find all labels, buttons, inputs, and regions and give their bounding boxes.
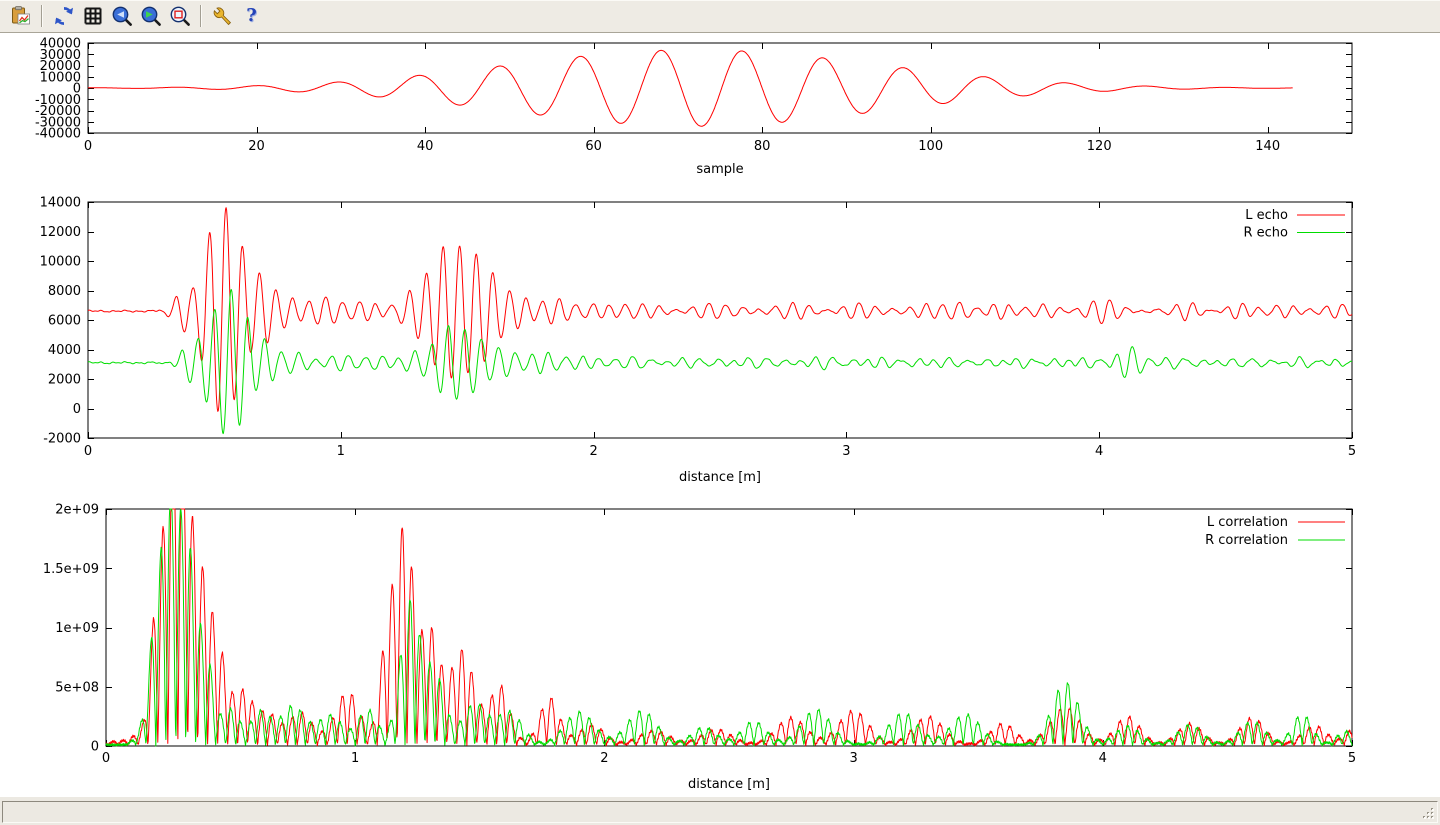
gnuplot-window: ? 02040608010012014040000300002000010000… — [0, 0, 1440, 825]
svg-text:5e+08: 5e+08 — [55, 680, 99, 695]
svg-text:2e+09: 2e+09 — [55, 503, 99, 518]
svg-text:6000: 6000 — [48, 314, 81, 329]
status-bar — [0, 797, 1440, 825]
svg-text:0: 0 — [91, 740, 99, 755]
svg-text:3: 3 — [849, 751, 857, 766]
svg-text:R correlation: R correlation — [1205, 533, 1288, 548]
svg-text:0: 0 — [102, 751, 110, 766]
question-mark-icon: ? — [246, 5, 257, 27]
svg-text:1: 1 — [351, 751, 359, 766]
svg-text:8000: 8000 — [48, 284, 81, 299]
svg-text:60: 60 — [585, 139, 602, 154]
svg-text:1e+09: 1e+09 — [55, 621, 99, 636]
chart-middle-echo: 01234514000120001000080006000400020000-2… — [0, 193, 1440, 493]
svg-text:L correlation: L correlation — [1207, 515, 1288, 530]
svg-text:distance [m]: distance [m] — [679, 470, 761, 485]
chart-bottom-correlation: 0 1 2 3 4 5 2e+09 1.5e+09 1e+09 5e+08 0 distance [m… — [0, 493, 1440, 792]
svg-text:distance [m]: distance [m] — [688, 777, 770, 792]
svg-text:2: 2 — [589, 444, 597, 459]
svg-text:5: 5 — [1348, 751, 1356, 766]
svg-text:4: 4 — [1095, 444, 1103, 459]
svg-text:2: 2 — [600, 751, 608, 766]
svg-text:4000: 4000 — [48, 343, 81, 358]
refresh-icon — [53, 5, 75, 27]
svg-text:sample: sample — [696, 162, 743, 177]
magnifier-rectangle-icon — [169, 5, 191, 27]
svg-text:R echo: R echo — [1243, 226, 1288, 241]
svg-text:12000: 12000 — [40, 225, 81, 240]
toolbar-separator — [41, 5, 43, 27]
resize-grip[interactable] — [1421, 806, 1435, 820]
svg-text:2000: 2000 — [48, 373, 81, 388]
svg-text:1: 1 — [337, 444, 345, 459]
plot-canvas: 020406080100120140400003000020000100000-… — [0, 33, 1440, 797]
configure-button[interactable] — [209, 3, 236, 29]
svg-text:-2000: -2000 — [43, 432, 81, 447]
grid-toggle-button[interactable] — [79, 3, 106, 29]
svg-text:40: 40 — [417, 139, 434, 154]
magnifier-left-arrow-icon — [111, 5, 133, 27]
wrench-icon — [212, 5, 234, 27]
svg-text:1.5e+09: 1.5e+09 — [43, 562, 99, 577]
replot-button[interactable] — [50, 3, 77, 29]
svg-text:14000: 14000 — [40, 196, 81, 211]
toolbar: ? — [0, 0, 1440, 33]
svg-text:10000: 10000 — [40, 255, 81, 270]
svg-text:0: 0 — [84, 139, 92, 154]
copy-plot-button[interactable] — [7, 3, 34, 29]
svg-text:0: 0 — [73, 402, 81, 417]
zoom-next-button[interactable] — [137, 3, 164, 29]
zoom-previous-button[interactable] — [108, 3, 135, 29]
help-button[interactable]: ? — [238, 3, 265, 29]
svg-text:-40000: -40000 — [35, 127, 81, 142]
chart-top-pulse: 020406080100120140400003000020000100000-… — [0, 33, 1440, 193]
status-panel — [2, 801, 1438, 823]
svg-text:L echo: L echo — [1245, 208, 1288, 223]
svg-text:4: 4 — [1099, 751, 1107, 766]
zoom-region-button[interactable] — [166, 3, 193, 29]
svg-text:5: 5 — [1348, 444, 1356, 459]
svg-text:140: 140 — [1255, 139, 1280, 154]
svg-text:120: 120 — [1087, 139, 1112, 154]
grid-icon — [82, 5, 104, 27]
magnifier-right-arrow-icon — [140, 5, 162, 27]
svg-text:20: 20 — [248, 139, 265, 154]
svg-text:100: 100 — [918, 139, 943, 154]
svg-text:0: 0 — [84, 444, 92, 459]
toolbar-separator — [200, 5, 202, 27]
svg-text:80: 80 — [754, 139, 771, 154]
svg-text:3: 3 — [842, 444, 850, 459]
clipboard-chart-icon — [10, 5, 32, 27]
